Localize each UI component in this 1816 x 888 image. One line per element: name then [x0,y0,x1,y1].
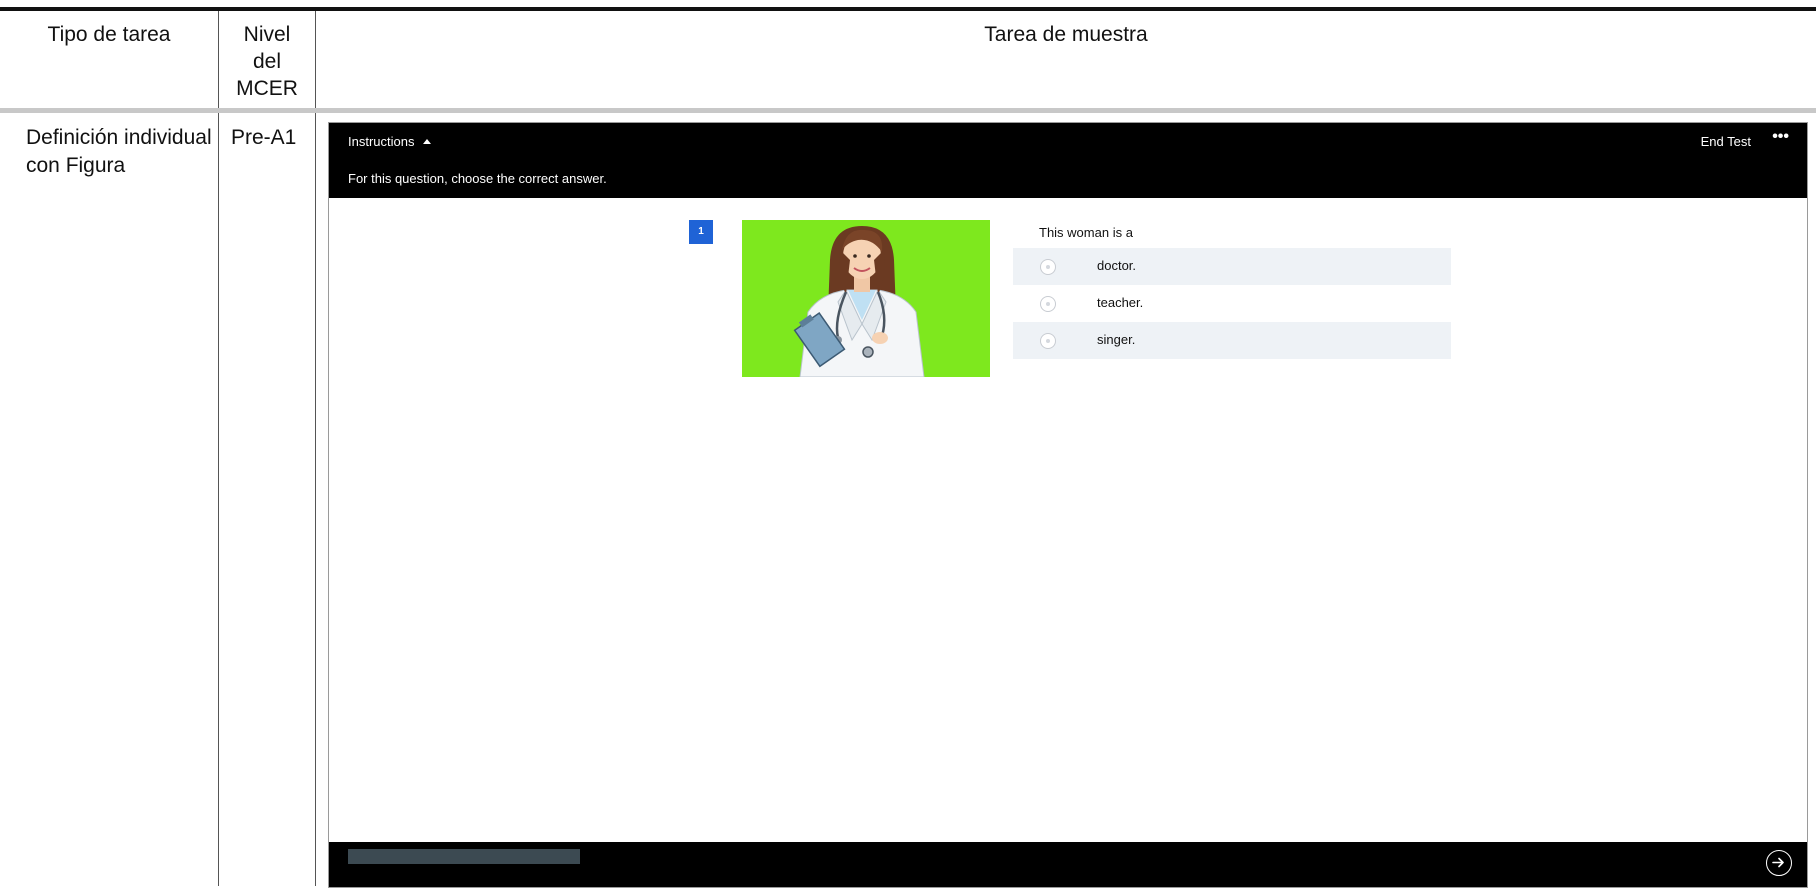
header-task-type: Tipo de tarea [47,23,171,46]
test-header-bar: Instructions For this question, choose t… [329,123,1807,198]
header-level-line: del [252,50,282,73]
column-divider [218,11,219,886]
radio-icon[interactable] [1040,333,1056,349]
progress-bar [348,849,580,864]
test-footer-bar [329,842,1807,887]
more-options-icon[interactable]: ••• [1772,128,1789,146]
table-top-rule [0,7,1816,11]
column-divider [315,11,316,886]
header-level-line: MCER [236,77,298,100]
caret-up-icon [423,139,432,144]
answer-option[interactable]: teacher. [1013,285,1451,322]
answer-option[interactable]: doctor. [1013,248,1451,285]
radio-icon[interactable] [1040,296,1056,312]
test-screenshot: Instructions For this question, choose t… [328,122,1808,888]
header-level-line: Nivel [243,23,291,46]
question-prompt: This woman is a [1039,225,1133,240]
header-level: Nivel del MCER [219,21,315,102]
answer-option-label: singer. [1097,332,1136,347]
row-level: Pre-A1 [231,126,297,149]
arrow-right-icon [1772,857,1784,868]
answer-option[interactable]: singer. [1013,322,1451,359]
next-button[interactable] [1766,850,1792,876]
answer-option-label: doctor. [1097,258,1137,273]
instructions-toggle[interactable]: Instructions [348,134,432,149]
doctor-figure-image [742,220,990,377]
answer-option-label: teacher. [1097,295,1144,310]
instructions-text: For this question, choose the correct an… [348,171,607,186]
question-number-badge: 1 [689,220,713,244]
radio-icon[interactable] [1040,259,1056,275]
header-rule [0,108,1816,113]
doctor-illustration [793,226,925,377]
end-test-button[interactable]: End Test [1701,134,1751,149]
instructions-toggle-label: Instructions [348,134,415,149]
answer-options: doctor. teacher. singer. [1013,248,1451,359]
row-task-type: Definición individual con Figura [26,126,212,177]
header-sample-task: Tarea de muestra [984,23,1148,46]
